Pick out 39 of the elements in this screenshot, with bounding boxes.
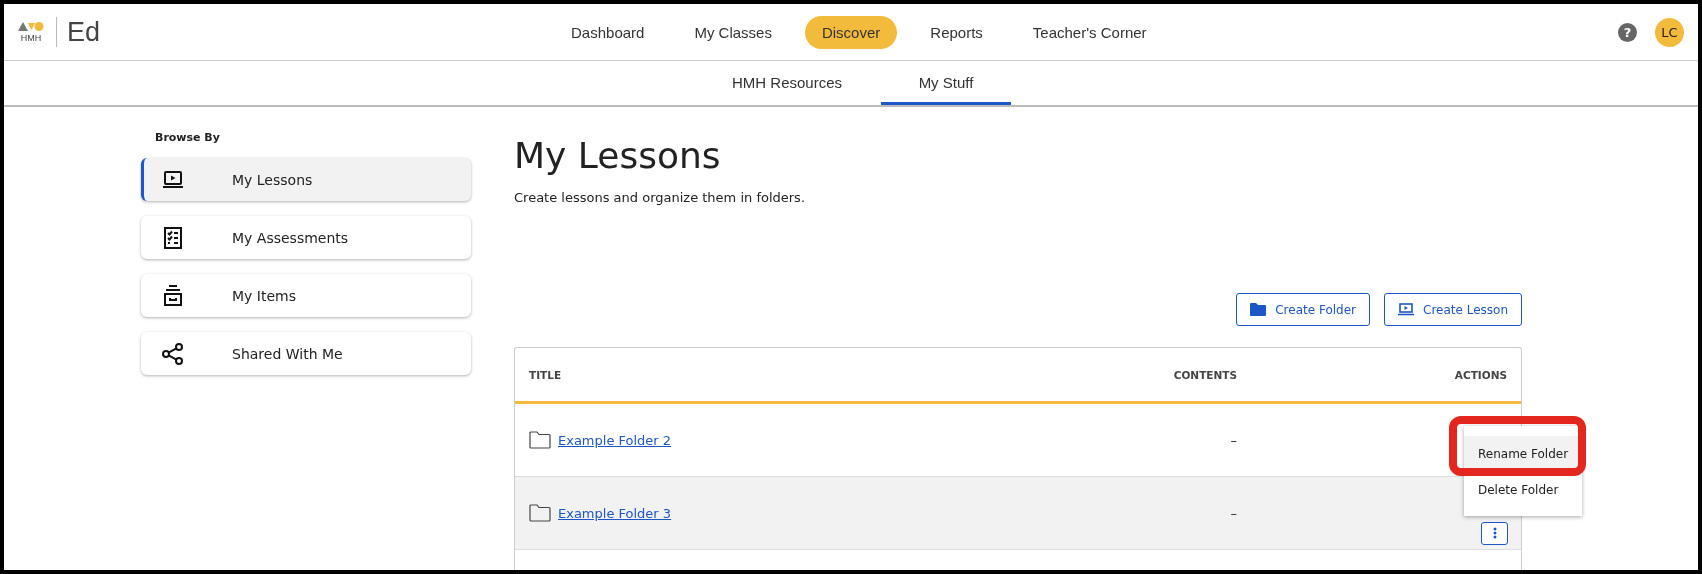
column-header: CONTENTS: [1172, 368, 1237, 381]
sidebar-item[interactable]: My Lessons: [141, 158, 471, 201]
nav-tab[interactable]: Dashboard: [554, 15, 662, 49]
user-avatar[interactable]: LC: [1655, 17, 1684, 47]
laptop-icon: [1398, 303, 1414, 316]
folder-link[interactable]: Example Folder 2: [558, 432, 672, 448]
sidebar-item[interactable]: Shared With Me: [141, 332, 471, 375]
folder-link[interactable]: Example Folder 3: [558, 505, 672, 521]
laptop-icon: [162, 169, 184, 190]
logo-text: HMH: [20, 33, 42, 43]
folder-icon: [1250, 303, 1267, 316]
sub-tab[interactable]: My Stuff: [881, 61, 1011, 105]
nav-tab[interactable]: Teacher's Corner: [1015, 15, 1164, 49]
nav-tab[interactable]: Reports: [913, 15, 1000, 49]
more-button[interactable]: [1481, 521, 1508, 545]
column-header: TITLE: [529, 368, 563, 381]
create-button[interactable]: Create Lesson: [1384, 293, 1522, 326]
menu-item[interactable]: Delete Folder: [1464, 472, 1582, 508]
product-name: Ed: [67, 16, 101, 48]
checklist-icon: [162, 226, 184, 249]
logo-shapes-icon: [18, 21, 44, 31]
table-cell-text: –: [1229, 432, 1237, 448]
column-header: ACTIONS: [1453, 368, 1507, 381]
page-subtitle: Create lessons and organize them in folders.: [514, 190, 807, 205]
page-title: My Lessons: [514, 135, 722, 176]
sub-tab[interactable]: HMH Resources: [707, 61, 867, 105]
nav-tab[interactable]: Discover: [804, 15, 898, 49]
create-button[interactable]: Create Folder: [1236, 293, 1370, 326]
folder-icon: [529, 504, 551, 522]
table-cell-text: –: [1229, 505, 1237, 521]
nav-tab[interactable]: My Classes: [677, 15, 789, 49]
sidebar-item[interactable]: My Assessments: [141, 216, 471, 259]
folder-icon: [529, 431, 551, 449]
sidebar-item[interactable]: My Items: [141, 274, 471, 317]
help-icon[interactable]: ?: [1618, 22, 1637, 42]
sidebar-heading: Browse By: [155, 131, 221, 144]
tray-icon: [162, 285, 184, 306]
more-dots-icon: [1492, 527, 1497, 539]
share-icon: [162, 342, 184, 365]
